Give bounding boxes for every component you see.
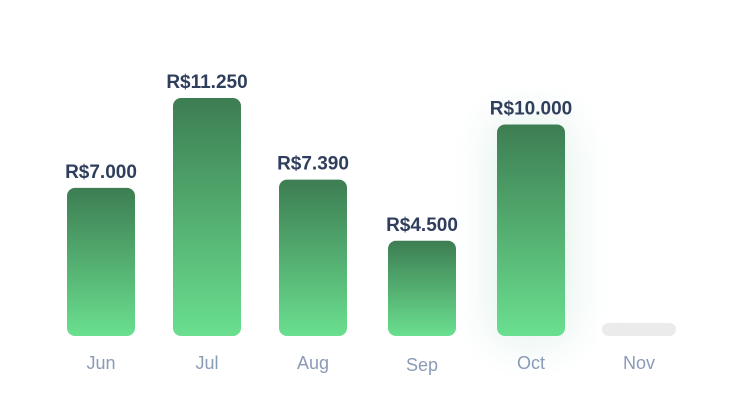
bar-nov-empty[interactable] (602, 323, 676, 336)
chart-canvas: R$7.000 R$11.250 R$7.390 R$4.500 R$10.000 Ju… (65, 72, 676, 375)
bar-jun[interactable] (67, 187, 135, 336)
tick-label-jul: Jul (195, 353, 218, 373)
bar-aug[interactable] (279, 179, 347, 336)
tick-label-sep: Sep (406, 355, 438, 375)
value-label-oct: R$10.000 (490, 98, 572, 119)
tick-label-aug: Aug (297, 353, 329, 373)
tick-label-jun: Jun (86, 353, 115, 373)
bar-chart: R$7.000 R$11.250 R$7.390 R$4.500 R$10.000 Ju… (0, 0, 743, 405)
bar-jul[interactable] (173, 98, 241, 336)
bar-sep[interactable] (388, 240, 456, 336)
tick-label-oct: Oct (517, 353, 545, 373)
value-label-sep: R$4.500 (386, 215, 458, 236)
value-label-jul: R$11.250 (166, 72, 247, 93)
value-label-jun: R$7.000 (65, 162, 137, 183)
bar-oct[interactable] (497, 124, 565, 336)
value-label-aug: R$7.390 (277, 154, 349, 175)
bars-layer (67, 98, 676, 336)
x-axis-ticks: Jun Jul Aug Sep Oct Nov (86, 353, 655, 375)
tick-label-nov: Nov (623, 353, 655, 373)
